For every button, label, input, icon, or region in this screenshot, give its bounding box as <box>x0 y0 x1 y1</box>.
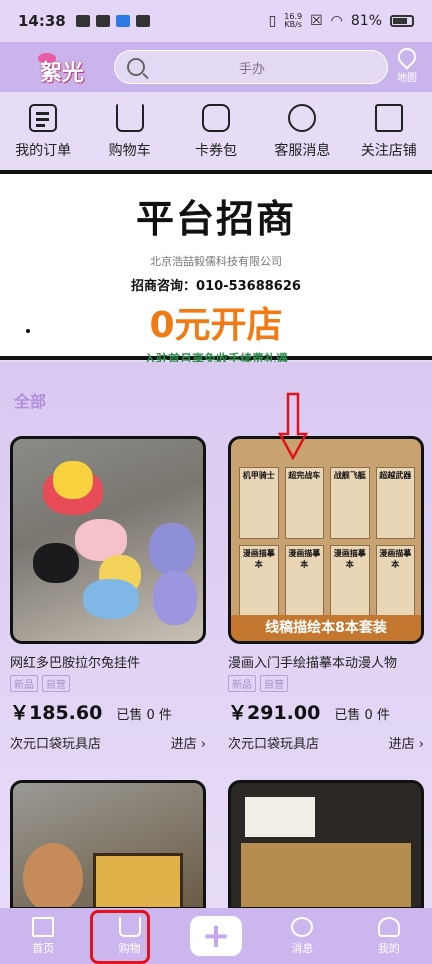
store-row: 次元口袋玩具店 进店 › <box>10 733 206 752</box>
image-caption: 线稿描绘本8本套装 <box>231 615 421 641</box>
quick-my-orders[interactable]: 我的订单 <box>0 92 86 170</box>
battery-icon <box>390 15 414 27</box>
cart-icon <box>115 104 144 132</box>
tag-new: 新品 <box>10 675 38 692</box>
store-name: 次元口袋玩具店 <box>10 737 102 752</box>
section-label: 全部 <box>14 392 47 411</box>
book-thumb: 漫画描摹本 <box>239 545 279 617</box>
book-thumb: 漫画描摹本 <box>375 545 415 617</box>
enter-store-link[interactable]: 进店 › <box>171 733 206 752</box>
nav-messages[interactable]: 消息 <box>259 908 345 964</box>
store-row: 次元口袋玩具店 进店 › <box>228 733 424 752</box>
map-button[interactable]: 地图 <box>394 44 420 84</box>
product-sold: 已售 0 件 <box>116 708 172 723</box>
wifi-icon: ◠ <box>330 13 343 29</box>
book-grid: 机甲骑士 超完战车 战舰飞艇 超越武器 漫画描摹本 漫画描摹本 漫画描摹本 漫画… <box>239 467 415 617</box>
status-time: 14:38 <box>18 12 66 30</box>
quick-follow-store[interactable]: 关注店铺 <box>346 92 432 170</box>
frame-thumb <box>93 853 183 907</box>
product-price: ￥291.00 <box>228 702 321 724</box>
product-card-partial[interactable] <box>228 780 424 910</box>
price-row: ￥185.60 已售 0 件 <box>10 698 206 725</box>
user-icon <box>377 916 400 937</box>
book-thumb: 战舰飞艇 <box>330 467 370 539</box>
store-name: 次元口袋玩具店 <box>228 737 320 752</box>
product-image <box>23 843 83 907</box>
search-input[interactable]: 手办 <box>114 50 388 84</box>
status-bar: 14:38 ▯ 16.9 KB/s ☒ ◠ 81% <box>0 0 432 42</box>
map-pin-icon <box>394 44 420 70</box>
chat-icon <box>288 104 317 132</box>
product-price: ￥185.60 <box>10 702 103 724</box>
book-thumb: 漫画描摹本 <box>284 545 324 617</box>
store-icon <box>374 104 403 132</box>
enter-store-link[interactable]: 进店 › <box>389 733 424 752</box>
message-icon <box>291 916 314 937</box>
tag-self-run: 自营 <box>42 675 70 692</box>
net-speed: 16.9 KB/s <box>284 12 303 29</box>
quick-service[interactable]: 客服消息 <box>259 92 345 170</box>
bottom-nav: 首页 购物 + 消息 我的 <box>0 908 432 964</box>
annotation-highlight-box <box>90 910 150 964</box>
home-icon <box>32 916 55 937</box>
promo-banner[interactable]: 平台招商 北京浩喆毅儒科技有限公司 招商咨询：010-53688626 0元开店… <box>0 170 432 366</box>
banner-company: 北京浩喆毅儒科技有限公司 <box>150 255 282 268</box>
notification-icon <box>95 15 110 27</box>
coupon-icon <box>201 104 230 132</box>
product-card[interactable]: 网红多巴胺拉尔兔挂件 新品 自营 ￥185.60 已售 0 件 次元口袋玩具店 … <box>10 436 206 752</box>
nav-add[interactable]: + <box>173 908 259 964</box>
tag-self-run: 自营 <box>260 675 288 692</box>
product-tags: 新品 自营 <box>228 675 424 692</box>
book-thumb: 机甲骑士 <box>239 467 279 539</box>
book-thumb: 超越武器 <box>375 467 415 539</box>
mail-icon <box>135 15 150 27</box>
nav-home[interactable]: 首页 <box>0 908 86 964</box>
plus-icon: + <box>190 916 243 956</box>
price-row: ￥291.00 已售 0 件 <box>228 698 424 725</box>
nav-me[interactable]: 我的 <box>346 908 432 964</box>
product-sold: 已售 0 件 <box>334 708 390 723</box>
app-logo: 絮光 <box>10 47 100 87</box>
banner-title: 平台招商 <box>135 197 296 241</box>
product-image: 机甲骑士 超完战车 战舰飞艇 超越武器 漫画描摹本 漫画描摹本 漫画描摹本 漫画… <box>228 436 424 644</box>
product-image <box>245 797 315 837</box>
search-placeholder: 手办 <box>238 61 265 77</box>
map-label: 地图 <box>397 73 417 84</box>
app-notification-icon <box>115 15 130 27</box>
notification-icons <box>75 15 150 27</box>
quick-cart[interactable]: 购物车 <box>86 92 172 170</box>
figure-box <box>241 843 411 907</box>
sim-off-icon: ☒ <box>310 13 323 29</box>
banner-headline: 0元开店 <box>149 305 283 346</box>
status-right: ▯ 16.9 KB/s ☒ ◠ 81% <box>269 13 414 29</box>
product-name: 网红多巴胺拉尔兔挂件 <box>10 656 141 671</box>
book-thumb: 漫画描摹本 <box>330 545 370 617</box>
quick-coupons[interactable]: 卡券包 <box>173 92 259 170</box>
tag-new: 新品 <box>228 675 256 692</box>
banner-phone: 招商咨询：010-53688626 <box>131 279 301 294</box>
battery-percent: 81% <box>350 13 382 29</box>
carousel-indicator <box>26 329 30 333</box>
notification-icon <box>75 15 90 27</box>
product-name: 漫画入门手绘描摹本动漫人物 <box>228 656 398 671</box>
vibrate-icon: ▯ <box>268 13 277 29</box>
order-icon <box>29 104 58 132</box>
app-header: 絮光 手办 地图 <box>0 42 432 92</box>
product-card[interactable]: 机甲骑士 超完战车 战舰飞艇 超越武器 漫画描摹本 漫画描摹本 漫画描摹本 漫画… <box>228 436 424 752</box>
product-card-partial[interactable] <box>10 780 206 910</box>
annotation-arrow-icon <box>278 392 308 460</box>
quick-actions: 我的订单 购物车 卡券包 客服消息 关注店铺 <box>0 92 432 170</box>
book-thumb: 超完战车 <box>284 467 324 539</box>
product-tags: 新品 自营 <box>10 675 206 692</box>
product-image <box>10 436 206 644</box>
